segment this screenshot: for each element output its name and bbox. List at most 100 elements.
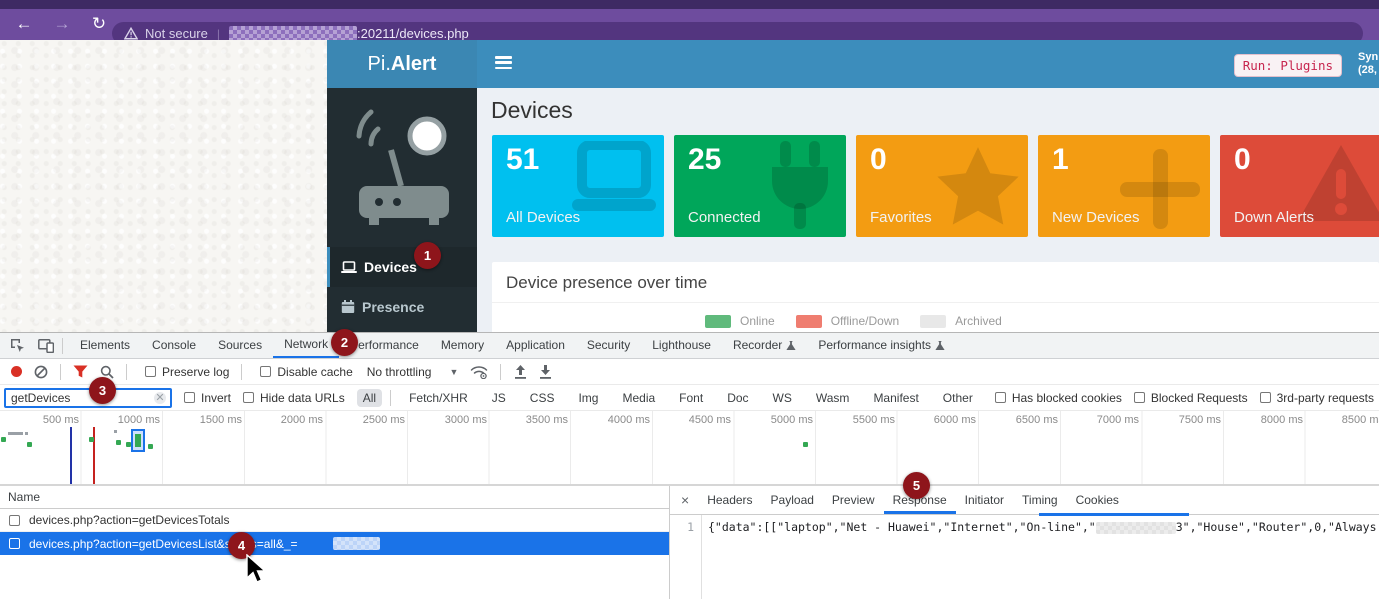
export-har-icon[interactable] (539, 365, 552, 379)
import-har-icon[interactable] (514, 365, 527, 379)
filter-chip[interactable]: Img (572, 389, 604, 407)
selected-request-marker (131, 429, 145, 452)
throttling-select[interactable]: No throttling▼ (367, 365, 459, 379)
detail-tab-preview[interactable]: Preview (823, 486, 884, 514)
divider (500, 364, 501, 380)
tab-sources[interactable]: Sources (207, 333, 273, 358)
invert-checkbox[interactable]: Invert (184, 391, 231, 405)
tab-lighthouse[interactable]: Lighthouse (641, 333, 722, 358)
request-checkbox[interactable] (9, 515, 20, 526)
scrollbar-thumb[interactable] (1039, 513, 1189, 516)
tab-memory[interactable]: Memory (430, 333, 495, 358)
legend-swatch-online (705, 315, 731, 328)
network-overview-timeline[interactable]: 500 ms 1000 ms 1500 ms 2000 ms 2500 ms 3… (0, 411, 1379, 486)
legend-label: Online (740, 314, 775, 328)
card-favorites[interactable]: 0 Favorites (856, 135, 1028, 237)
hide-data-urls-checkbox[interactable]: Hide data URLs (243, 391, 345, 405)
tab-network[interactable]: Network (273, 333, 339, 358)
response-viewer[interactable]: 1 {"data":[["laptop","Net - Huawei","Int… (670, 515, 1379, 599)
inspect-element-icon[interactable] (8, 337, 28, 355)
request-checkbox[interactable] (9, 538, 20, 549)
back-icon[interactable]: ← (11, 12, 37, 36)
sidebar-item-devices[interactable]: Devices (327, 247, 477, 287)
clear-filter-icon[interactable]: ✕ (154, 392, 166, 404)
detail-tab-initiator[interactable]: Initiator (956, 486, 1013, 514)
request-row-selected[interactable]: devices.php?action=getDevicesList&status… (0, 532, 669, 555)
tab-elements[interactable]: Elements (69, 333, 141, 358)
disable-cache-checkbox[interactable]: Disable cache (260, 365, 352, 379)
tab-security[interactable]: Security (576, 333, 641, 358)
sync-status-truncated: Syn(28, (1358, 51, 1379, 77)
annotation-badge-5: 5 (903, 472, 930, 499)
detail-tab-headers[interactable]: Headers (698, 486, 761, 514)
filter-icon[interactable] (73, 365, 88, 378)
filter-chip[interactable]: Wasm (810, 389, 856, 407)
filter-chip[interactable]: Font (673, 389, 709, 407)
has-blocked-cookies-checkbox[interactable]: Has blocked cookies (995, 391, 1122, 405)
card-all-devices[interactable]: 51 All Devices (492, 135, 664, 237)
detail-tab-timing[interactable]: Timing (1013, 486, 1067, 514)
card-new-devices[interactable]: 1 New Devices (1038, 135, 1210, 237)
tick-label: 3500 ms (508, 414, 568, 426)
tick-label: 2000 ms (263, 414, 323, 426)
devtools-panel: Elements Console Sources Network Perform… (0, 332, 1379, 599)
card-value: 1 (1052, 143, 1210, 177)
tab-performance-insights[interactable]: Performance insights (807, 333, 956, 358)
app-navbar: Run: Plugins Syn(28, (477, 40, 1379, 88)
security-label: Not secure (145, 26, 208, 41)
clear-network-log-icon[interactable] (34, 365, 48, 379)
filter-chip[interactable]: Media (616, 389, 661, 407)
preserve-log-checkbox[interactable]: Preserve log (145, 365, 229, 379)
filter-chip[interactable]: Other (937, 389, 979, 407)
redacted-query-value (333, 537, 380, 550)
app-sidebar: Devices Presence (327, 88, 477, 332)
blocked-requests-checkbox[interactable]: Blocked Requests (1134, 391, 1248, 405)
sidebar-toggle-icon[interactable] (495, 56, 512, 70)
filter-chip[interactable]: Doc (721, 389, 754, 407)
run-plugins-button[interactable]: Run: Plugins (1234, 54, 1342, 77)
tab-recorder[interactable]: Recorder (722, 333, 807, 358)
panel-title: Device presence over time (492, 262, 1379, 303)
filter-input[interactable]: getDevices ✕ (4, 388, 172, 408)
filter-chip[interactable]: WS (767, 389, 798, 407)
request-row[interactable]: devices.php?action=getDevicesTotals (0, 509, 669, 532)
tab-console[interactable]: Console (141, 333, 207, 358)
close-icon[interactable]: × (681, 492, 689, 508)
card-label: All Devices (506, 209, 580, 226)
reload-icon[interactable]: ↻ (86, 12, 112, 36)
third-party-requests-checkbox[interactable]: 3rd-party requests (1260, 391, 1374, 405)
request-dot (27, 442, 32, 447)
mouse-cursor (245, 554, 267, 586)
filter-chip[interactable]: CSS (524, 389, 561, 407)
card-down-alerts[interactable]: 0 Down Alerts (1220, 135, 1379, 237)
filter-chip[interactable]: Fetch/XHR (403, 389, 474, 407)
tab-application[interactable]: Application (495, 333, 576, 358)
filter-chip-all[interactable]: All (357, 389, 382, 407)
tick-label: 5500 ms (835, 414, 895, 426)
sidebar-item-label: Devices (364, 259, 417, 275)
detail-tab-cookies[interactable]: Cookies (1067, 486, 1128, 514)
experiment-flask-icon (935, 340, 945, 351)
filter-chip[interactable]: Manifest (867, 389, 924, 407)
detail-tab-payload[interactable]: Payload (762, 486, 823, 514)
divider (60, 364, 61, 380)
filter-chip[interactable]: JS (486, 389, 512, 407)
stat-cards: 51 All Devices 25 Connected 0 (492, 135, 1379, 237)
sidebar-item-presence[interactable]: Presence (327, 287, 477, 327)
divider (126, 364, 127, 380)
browser-toolbar: ← → ↻ Not secure | :20211/devices.php (0, 9, 1379, 40)
network-conditions-icon[interactable] (470, 365, 488, 379)
not-secure-warning-icon (124, 27, 138, 40)
pialert-logo[interactable]: Pi.Alert (327, 40, 477, 88)
chart-legend: Online Offline/Down Archived (705, 314, 1002, 328)
record-network-log-button[interactable] (11, 366, 22, 377)
tick-label: 7500 ms (1161, 414, 1221, 426)
request-dot (89, 437, 94, 442)
network-body: Name devices.php?action=getDevicesTotals… (0, 486, 1379, 599)
forward-icon[interactable]: → (49, 12, 75, 36)
card-value: 25 (688, 143, 846, 177)
name-column-header[interactable]: Name (0, 486, 669, 509)
laptop-icon (341, 261, 357, 274)
device-toolbar-icon[interactable] (36, 337, 56, 355)
card-connected[interactable]: 25 Connected (674, 135, 846, 237)
